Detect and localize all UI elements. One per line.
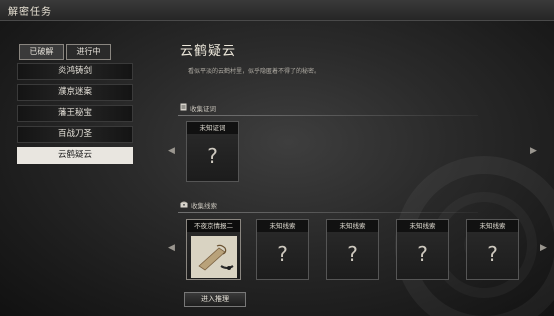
- clue-card-label: 未知线索: [467, 220, 518, 232]
- keyword-card-label: 未知证词: [187, 122, 238, 134]
- unknown-question-mark: ?: [347, 242, 358, 266]
- unknown-question-mark: ?: [487, 242, 498, 266]
- task-description: 看似平淡的云鹤村里，似乎隐匿着不得了的秘密。: [188, 68, 321, 75]
- keyword-card-unknown[interactable]: 未知证词 ?: [186, 121, 239, 182]
- document-icon: [180, 103, 187, 113]
- task-item-yunhe[interactable]: 云鹤疑云: [17, 147, 133, 164]
- clue-card-found[interactable]: 不夜京情报二: [186, 219, 241, 280]
- right-arrow-icon[interactable]: ▶: [530, 146, 537, 156]
- clue-card-label: 不夜京情报二: [187, 220, 240, 232]
- unknown-question-mark: ?: [277, 242, 288, 266]
- clue-card-label: 未知线索: [327, 220, 378, 232]
- right-arrow-icon[interactable]: ▶: [540, 243, 547, 253]
- unknown-question-mark: ?: [417, 242, 428, 266]
- window-title: 解密任务: [8, 7, 52, 18]
- keyword-section-text: 收集证词: [190, 105, 216, 113]
- task-title: 云鹤疑云: [180, 44, 237, 59]
- clue-card-unknown-3[interactable]: 未知线索 ?: [396, 219, 449, 280]
- tab-in-progress[interactable]: 进行中: [66, 44, 111, 60]
- clue-card-unknown-2[interactable]: 未知线索 ?: [326, 219, 379, 280]
- task-item-baizhan[interactable]: 百战刀圣: [17, 126, 133, 143]
- task-item-pujing[interactable]: 濮京迷案: [17, 84, 133, 101]
- tab-solved[interactable]: 已破解: [19, 44, 64, 60]
- clue-divider: [178, 212, 478, 213]
- clue-section-label: 收集线索: [180, 200, 217, 210]
- clue-card-label: 未知线索: [397, 220, 448, 232]
- left-arrow-icon[interactable]: ◀: [168, 243, 175, 253]
- left-arrow-icon[interactable]: ◀: [168, 146, 175, 156]
- scroll-item-icon: [191, 236, 237, 278]
- task-list: 炎鸿铸剑 濮京迷案 藩王秘宝 百战刀圣 云鹤疑云: [17, 63, 133, 168]
- chest-icon: [180, 201, 188, 210]
- keyword-section-label: 收集证词: [180, 103, 216, 113]
- clue-section-text: 收集线索: [191, 202, 217, 210]
- clue-card-label: 未知线索: [257, 220, 308, 232]
- window-titlebar: 解密任务: [0, 0, 554, 21]
- task-item-yanhong[interactable]: 炎鸿铸剑: [17, 63, 133, 80]
- keyword-divider: [178, 115, 478, 116]
- clue-card-unknown-1[interactable]: 未知线索 ?: [256, 219, 309, 280]
- unknown-question-mark: ?: [207, 144, 218, 168]
- task-item-fanwang[interactable]: 藩王秘宝: [17, 105, 133, 122]
- enter-inference-button[interactable]: 进入推理: [184, 292, 246, 307]
- clue-card-unknown-4[interactable]: 未知线索 ?: [466, 219, 519, 280]
